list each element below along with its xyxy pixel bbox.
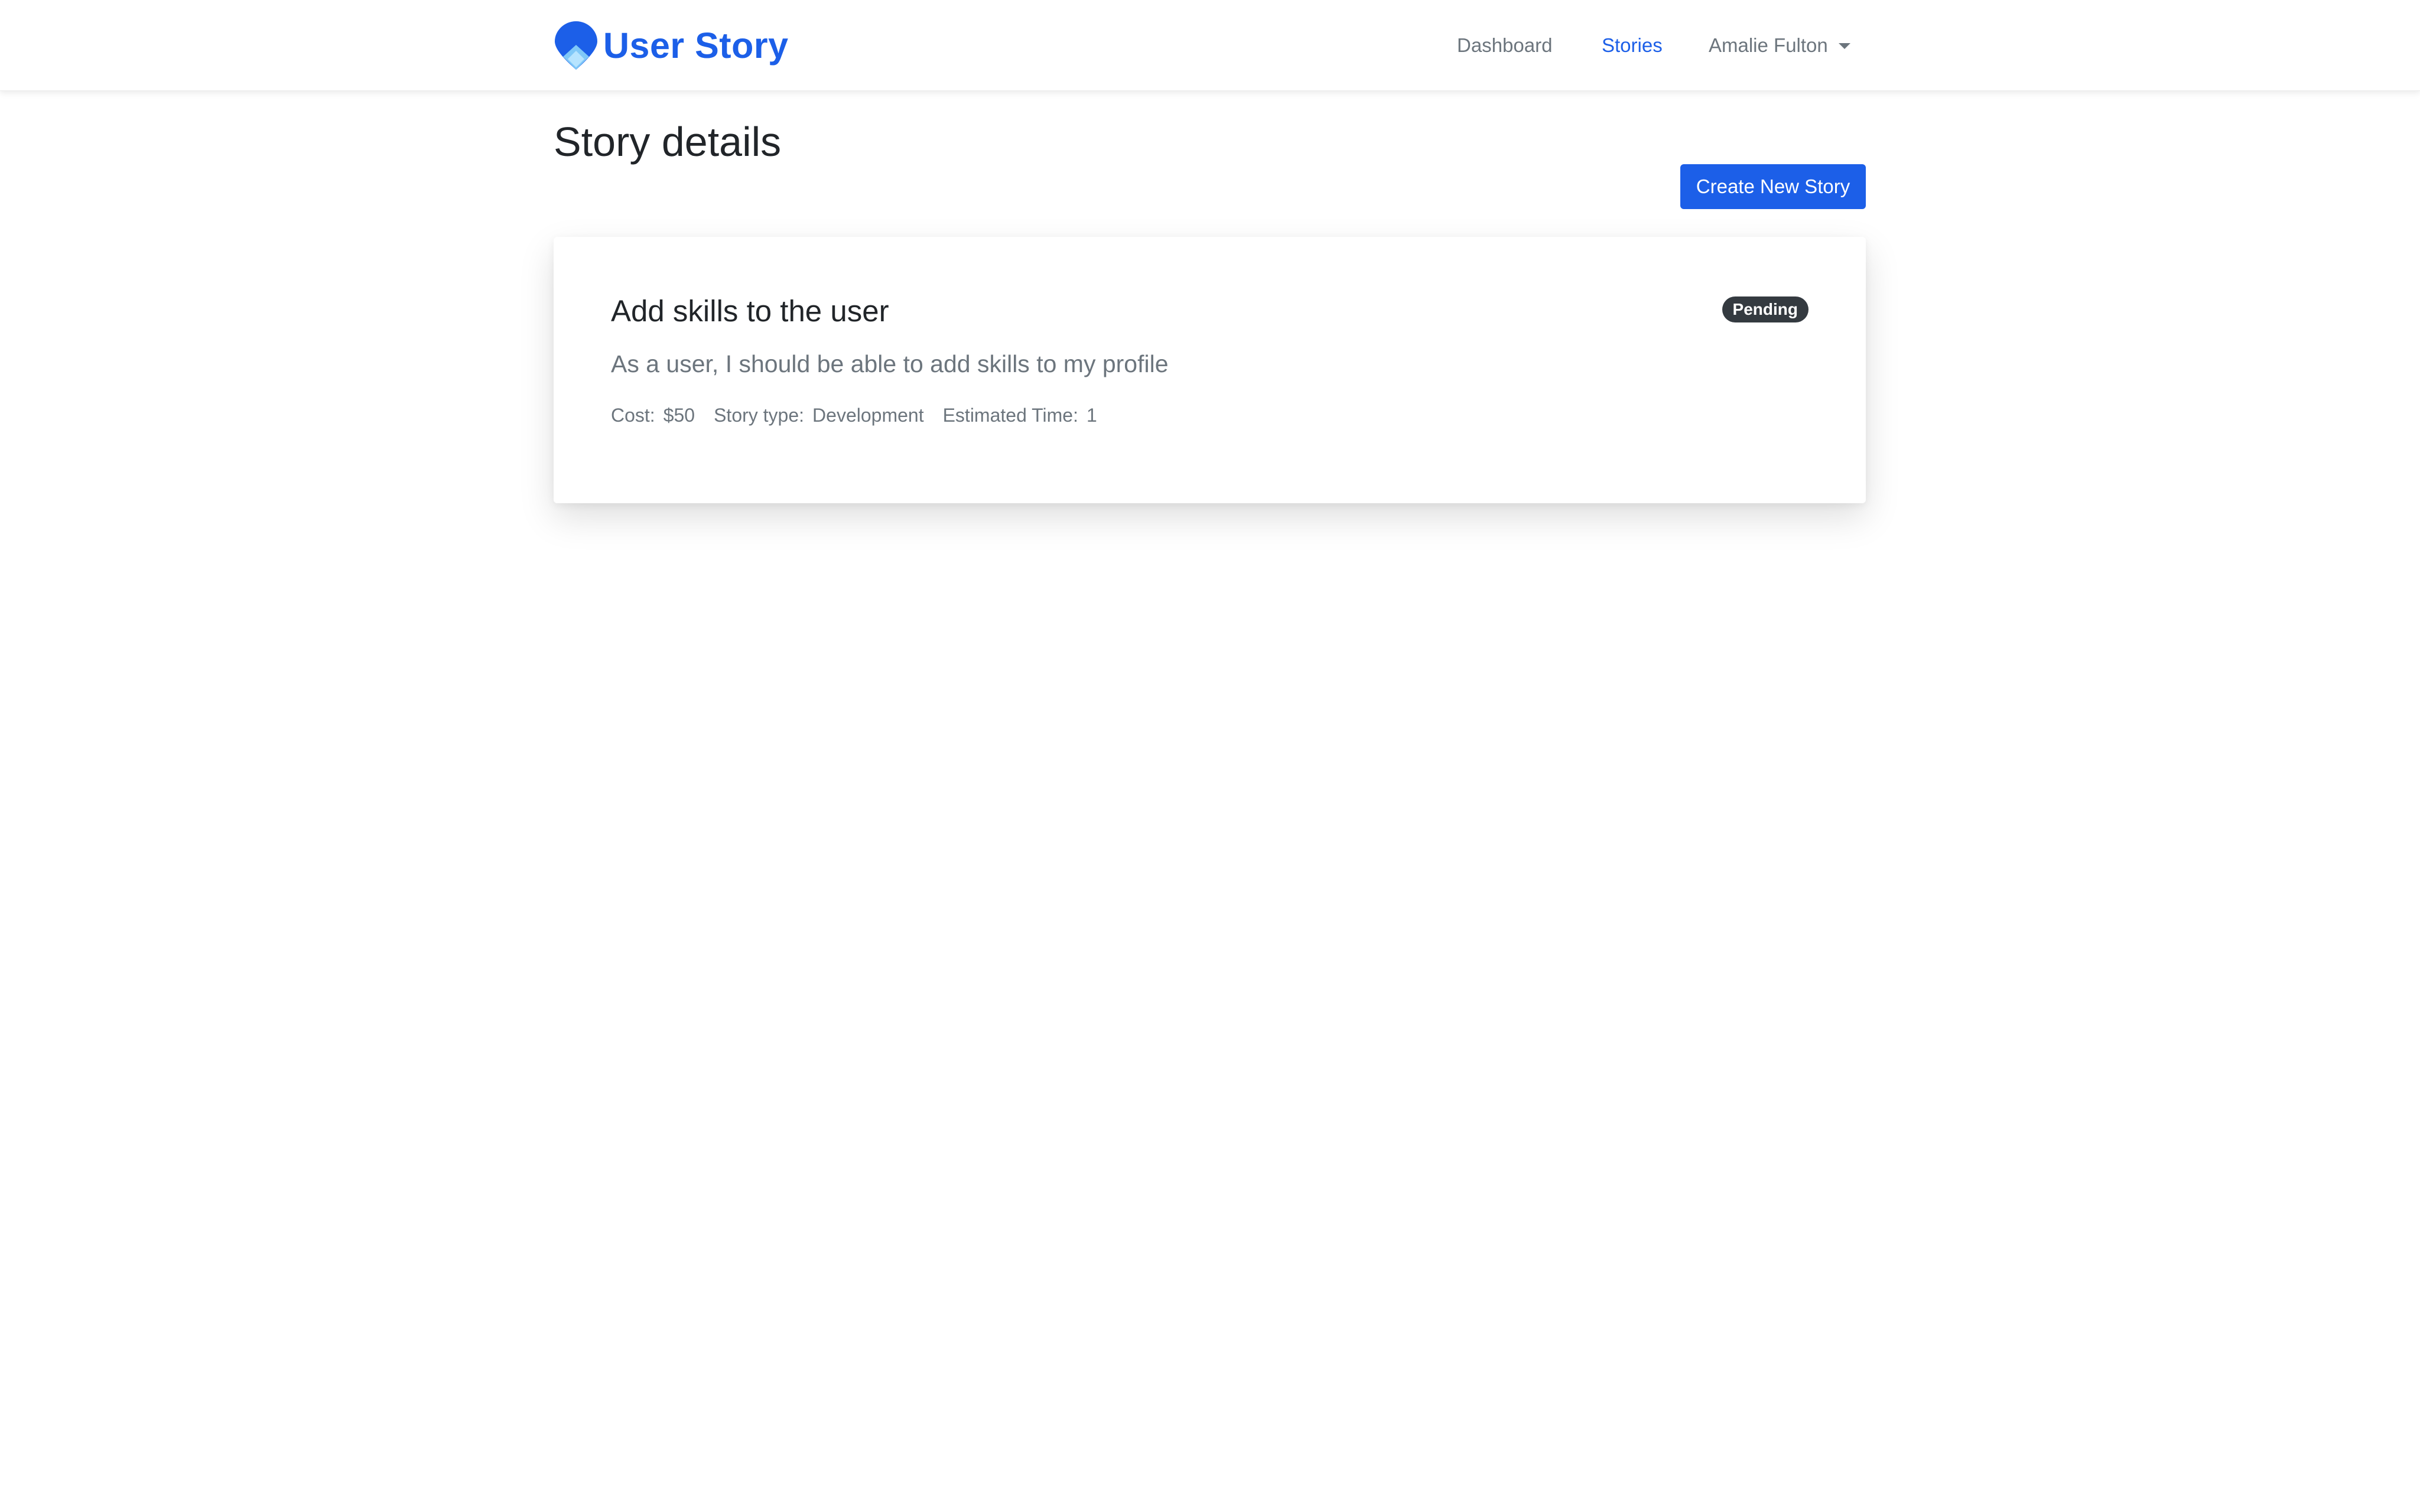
create-new-story-button[interactable]: Create New Story [1680, 164, 1866, 209]
story-cost: Cost: $50 [611, 402, 695, 428]
story-card: Add skills to the user Pending As a user… [554, 237, 1866, 503]
status-badge: Pending [1722, 296, 1809, 322]
brand-name: User Story [603, 25, 789, 66]
brand-link[interactable]: User Story [554, 18, 789, 73]
cost-label: Cost: [611, 405, 655, 426]
story-type-value: Development [812, 405, 924, 426]
story-title: Add skills to the user [611, 294, 889, 328]
nav-dashboard-link[interactable]: Dashboard [1457, 32, 1552, 58]
top-navbar: User Story Dashboard Stories Amalie Fult… [0, 0, 2420, 91]
chevron-down-icon [1838, 43, 1850, 49]
user-name: Amalie Fulton [1709, 34, 1828, 56]
user-story-logo-icon [555, 21, 597, 70]
story-estimated-time: Estimated Time: 1 [943, 402, 1097, 428]
nav-stories-link[interactable]: Stories [1602, 32, 1663, 58]
cost-value: $50 [663, 405, 695, 426]
story-type-label: Story type: [714, 405, 805, 426]
story-description: As a user, I should be able to add skill… [611, 350, 1169, 377]
story-type: Story type: Development [714, 402, 924, 428]
estimated-time-value: 1 [1086, 405, 1097, 426]
user-menu-dropdown[interactable]: Amalie Fulton [1709, 32, 1850, 58]
estimated-time-label: Estimated Time: [942, 405, 1078, 426]
story-meta: Cost: $50 Story type: Development Estima… [611, 402, 1097, 428]
page-title: Story details [554, 119, 782, 165]
